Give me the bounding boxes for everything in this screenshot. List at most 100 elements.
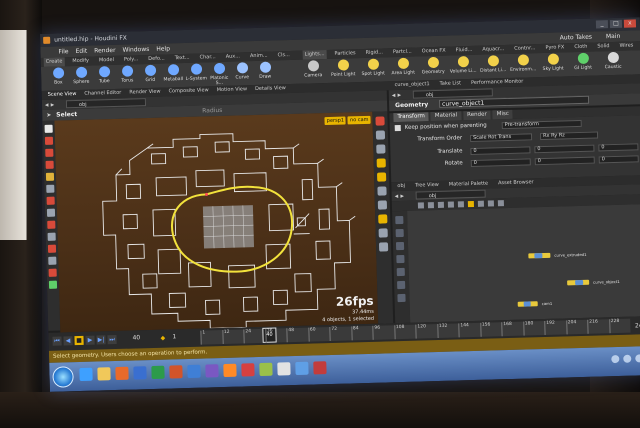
media-icon[interactable] (115, 366, 129, 381)
shelf-tool-spot-light[interactable]: Spot Light (359, 58, 387, 77)
network-side-icon[interactable] (396, 254, 405, 264)
shelf-tool-draw[interactable]: Draw (254, 61, 276, 80)
shelf-tool-caustic-light[interactable]: Caustic (599, 51, 627, 71)
points-icon[interactable] (377, 186, 387, 196)
translate-z-field[interactable]: 0 (598, 143, 639, 152)
network-side-icon[interactable] (395, 215, 404, 225)
menu-render[interactable]: Render (94, 45, 116, 57)
minimize-button[interactable]: _ (595, 20, 609, 29)
normals-icon[interactable] (377, 200, 388, 210)
rotate-order-menu[interactable]: Rx Ry Rz (539, 131, 599, 141)
shelf-tool-torus[interactable]: Torus (116, 65, 138, 84)
network-tool-icon[interactable] (427, 202, 435, 209)
shading-icon[interactable] (375, 130, 386, 140)
view-tool-icon[interactable] (46, 208, 56, 217)
network-side-icon[interactable] (397, 280, 406, 290)
select-tool-icon[interactable] (44, 124, 53, 133)
network-editor[interactable]: curve_extruded1 curve_object1 cam1 (407, 204, 640, 323)
selected-object-highlight[interactable] (202, 205, 255, 249)
network-side-icon[interactable] (396, 267, 405, 277)
translate-x-field[interactable]: 0 (470, 146, 531, 156)
excel-icon[interactable] (151, 365, 165, 380)
node-name-field[interactable]: curve_object1 (438, 95, 590, 108)
transform-order-menu[interactable]: Scale Rot Trans (469, 133, 533, 143)
go-to-end-icon[interactable]: ⏭ (107, 334, 117, 345)
network-tool-icon[interactable] (497, 200, 504, 207)
rotate-y-field[interactable]: 0 (534, 156, 595, 166)
network-tool-icon[interactable] (417, 202, 425, 209)
shelf-tool-curve[interactable]: Curve (231, 62, 253, 81)
network-tab[interactable]: obj (397, 182, 405, 191)
step-forward-icon[interactable]: ▶| (96, 335, 106, 345)
network-tool-icon[interactable] (447, 201, 455, 208)
keep-position-checkbox[interactable] (394, 124, 401, 132)
shelf-tab[interactable]: Solid (595, 42, 611, 51)
network-tool-icon[interactable] (437, 201, 445, 208)
handle-tool-icon[interactable] (46, 184, 55, 193)
start-button[interactable] (52, 366, 74, 388)
shelf-tool-sphere[interactable]: Sphere (70, 66, 92, 86)
start-frame-field[interactable]: 1 (172, 333, 176, 340)
render-region-icon[interactable] (47, 220, 56, 229)
network-tool-icon[interactable] (467, 200, 474, 208)
keep-position-menu[interactable]: Pre-transform (501, 119, 582, 130)
end-frame-field[interactable]: 240 (635, 322, 640, 329)
ie-icon[interactable] (79, 367, 93, 382)
shelf-tool-tube[interactable]: Tube (93, 66, 115, 85)
paint-tool-icon[interactable] (47, 244, 57, 253)
wireframe-scene[interactable] (54, 112, 378, 333)
radius-label[interactable]: Radius (202, 105, 222, 117)
shelf-tool-environment-light[interactable]: Environm... (509, 54, 537, 73)
rotate-x-field[interactable]: 0 (470, 158, 531, 168)
light-icon[interactable] (378, 214, 388, 224)
network-side-icon[interactable] (395, 241, 405, 251)
network-tool-icon[interactable] (457, 201, 465, 208)
wireframe-icon[interactable] (376, 144, 386, 154)
step-back-icon[interactable]: ◀ (63, 336, 73, 346)
menu-file[interactable]: File (58, 46, 68, 57)
current-frame-field[interactable]: 40 (132, 334, 140, 341)
shelf-tool-grid[interactable]: Grid (139, 64, 161, 84)
menu-edit[interactable]: Edit (75, 46, 87, 57)
scale-tool-icon[interactable] (45, 160, 54, 169)
shelf-tool-platonic[interactable]: Platonic S... (208, 62, 231, 87)
template-icon[interactable] (377, 172, 387, 182)
measure-tool-icon[interactable] (48, 256, 57, 265)
move-tool-icon[interactable] (44, 136, 54, 145)
tray-icon[interactable] (611, 354, 620, 364)
pose-tool-icon[interactable] (45, 172, 55, 181)
ghost-icon[interactable] (376, 158, 386, 168)
flipbook-icon[interactable] (48, 268, 57, 277)
translate-y-field[interactable]: 0 (534, 144, 595, 154)
cam-lock-menu[interactable]: no cam (347, 115, 371, 125)
menu-windows[interactable]: Windows (122, 44, 149, 56)
snap-tool-icon[interactable] (47, 232, 56, 241)
shelf-tool-camera[interactable]: Camera (299, 60, 327, 79)
rotate-z-field[interactable]: 0 (598, 155, 639, 164)
app-icon[interactable] (205, 364, 219, 378)
rotate-tool-icon[interactable] (45, 148, 54, 157)
powerpoint-icon[interactable] (169, 365, 183, 379)
shelf-tool-area-light[interactable]: Area Light (389, 57, 417, 76)
key-icon[interactable]: ◆ (160, 335, 165, 342)
shelf-tool-box[interactable]: Box (47, 67, 69, 86)
shelf-tool-lsystem[interactable]: L-System (185, 63, 207, 82)
3d-viewport[interactable]: persp1 no cam 26fps 37.44ms 4 objects, 1… (54, 111, 379, 333)
menu-help[interactable]: Help (156, 43, 170, 54)
folder-icon[interactable] (97, 367, 111, 381)
desktop-selector[interactable]: Main (606, 31, 621, 42)
app3-icon[interactable] (259, 362, 273, 377)
back-arrow-icon[interactable]: ◂ ▸ (395, 192, 404, 200)
back-arrow-icon[interactable]: ◂ ▸ (392, 91, 401, 99)
shelf-tab[interactable]: Cls... (275, 51, 292, 60)
network-side-icon[interactable] (395, 228, 404, 238)
display-toggle-icon[interactable] (375, 116, 385, 126)
background-icon[interactable] (378, 242, 389, 252)
brush-tool-icon[interactable] (46, 196, 55, 205)
app4-icon[interactable] (277, 362, 291, 376)
shelf-tool-volume-light[interactable]: Volume Li... (449, 56, 477, 75)
app6-icon[interactable] (313, 361, 327, 375)
shelf-tool-sky-light[interactable]: Sky Light (539, 53, 567, 72)
network-tool-icon[interactable] (487, 200, 494, 207)
shelf-tool-metaball[interactable]: Metaball (162, 64, 184, 83)
